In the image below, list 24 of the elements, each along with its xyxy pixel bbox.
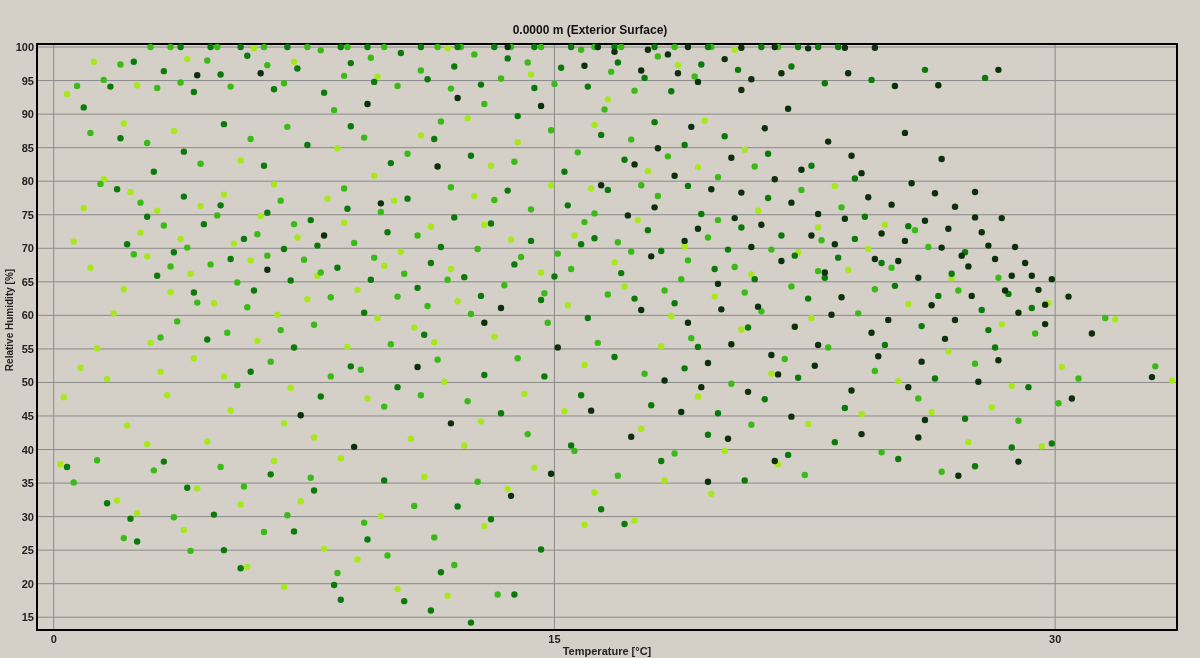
y-tick-label: 55 xyxy=(21,342,34,355)
y-tick-label: 15 xyxy=(21,611,34,624)
y-tick-label: 75 xyxy=(21,208,34,221)
y-tick-label: 100 xyxy=(15,43,34,53)
chart-title: 0.0000 m (Exterior Surface) xyxy=(512,23,668,37)
y-tick-label: 60 xyxy=(21,309,34,322)
x-axis-label: Temperature [°C] xyxy=(562,645,652,657)
y-tick-label: 85 xyxy=(21,141,34,154)
x-tick-label: 0 xyxy=(50,633,57,645)
y-tick-label: 80 xyxy=(21,175,34,188)
y-tick-label: 50 xyxy=(21,376,34,389)
y-tick-label: 90 xyxy=(21,108,34,121)
x-tick-label: 15 xyxy=(548,633,561,645)
y-tick-label: 45 xyxy=(21,410,34,422)
y-tick-label: 65 xyxy=(21,275,34,288)
y-tick-label: 20 xyxy=(21,577,34,590)
y-tick-label: 70 xyxy=(21,242,34,255)
y-tick-label: 30 xyxy=(21,510,34,523)
y-tick-label: 35 xyxy=(21,477,34,490)
x-tick-label: 30 xyxy=(1049,633,1062,645)
y-axis-label: Relative Humidity [%] xyxy=(4,268,15,372)
y-tick-label: 95 xyxy=(21,74,34,87)
y-tick-label: 40 xyxy=(21,443,34,456)
y-tick-label: 25 xyxy=(21,544,34,557)
